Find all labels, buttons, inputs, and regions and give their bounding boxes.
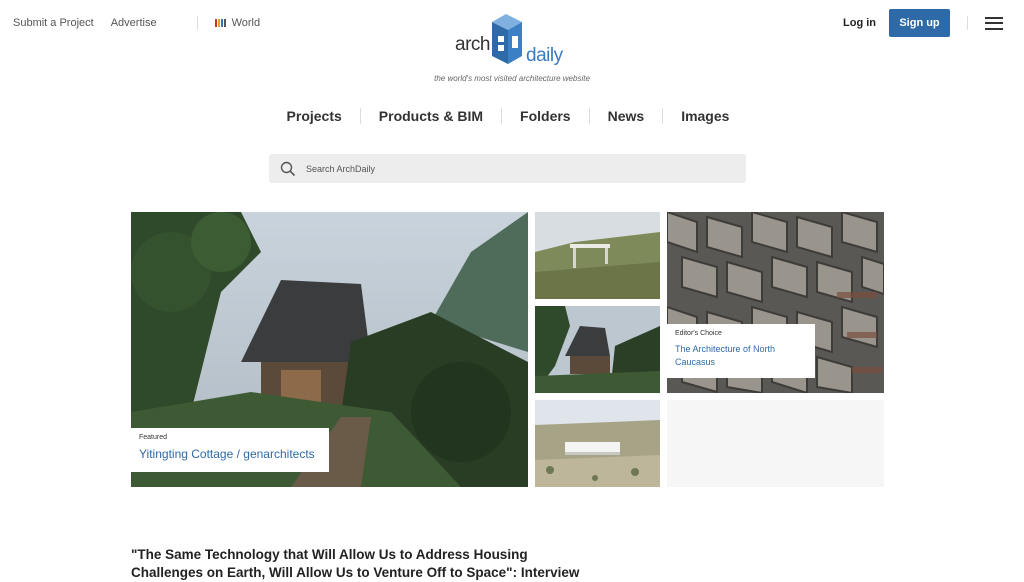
top-right-actions: Log in Sign up — [843, 9, 1024, 37]
logo-cube-icon — [492, 14, 522, 64]
editors-choice-caption[interactable]: Editor's Choice The Architecture of Nort… — [667, 324, 815, 378]
hamburger-menu-icon[interactable] — [985, 16, 1003, 30]
featured-caption[interactable]: Featured Yitingting Cottage / genarchite… — [131, 428, 329, 472]
featured-title-link[interactable]: Yitingting Cottage / genarchitects — [139, 447, 321, 461]
logo-word-daily: daily — [526, 45, 563, 66]
nav-images[interactable]: Images — [663, 108, 747, 124]
search-input[interactable] — [306, 163, 706, 174]
nav-projects[interactable]: Projects — [269, 108, 360, 124]
submit-project-link[interactable]: Submit a Project — [13, 17, 94, 29]
logo-word-arch: arch — [455, 34, 490, 55]
thumbnail-hillside-house[interactable] — [535, 212, 660, 299]
archdaily-logo[interactable]: arch daily — [448, 12, 568, 72]
thumbnail-cottage[interactable] — [535, 306, 660, 393]
search-icon — [280, 161, 296, 176]
featured-kicker: Featured — [139, 434, 168, 441]
main-nav: Projects Products & BIM Folders News Ima… — [0, 108, 1024, 124]
empty-tile — [667, 400, 884, 487]
editors-choice-kicker: Editor's Choice — [675, 330, 722, 337]
region-selector[interactable]: World — [214, 17, 261, 29]
tagline: the world's most visited architecture we… — [434, 74, 590, 83]
top-left-links: Submit a Project Advertise World — [13, 16, 260, 30]
article-headline[interactable]: "The Same Technology that Will Allow Us … — [131, 546, 591, 582]
nav-folders[interactable]: Folders — [502, 108, 589, 124]
editors-choice-title-link[interactable]: The Architecture of North Caucasus — [675, 343, 807, 369]
divider — [967, 16, 968, 30]
search-bar[interactable] — [269, 154, 746, 183]
flag-stripes-icon — [214, 19, 226, 27]
region-label: World — [231, 17, 261, 29]
divider — [196, 16, 198, 30]
advertise-link[interactable]: Advertise — [111, 17, 157, 29]
login-link[interactable]: Log in — [843, 17, 876, 29]
signup-button[interactable]: Sign up — [889, 9, 950, 37]
thumbnail-white-house[interactable] — [535, 400, 660, 487]
nav-products-bim[interactable]: Products & BIM — [361, 108, 501, 124]
nav-news[interactable]: News — [590, 108, 663, 124]
